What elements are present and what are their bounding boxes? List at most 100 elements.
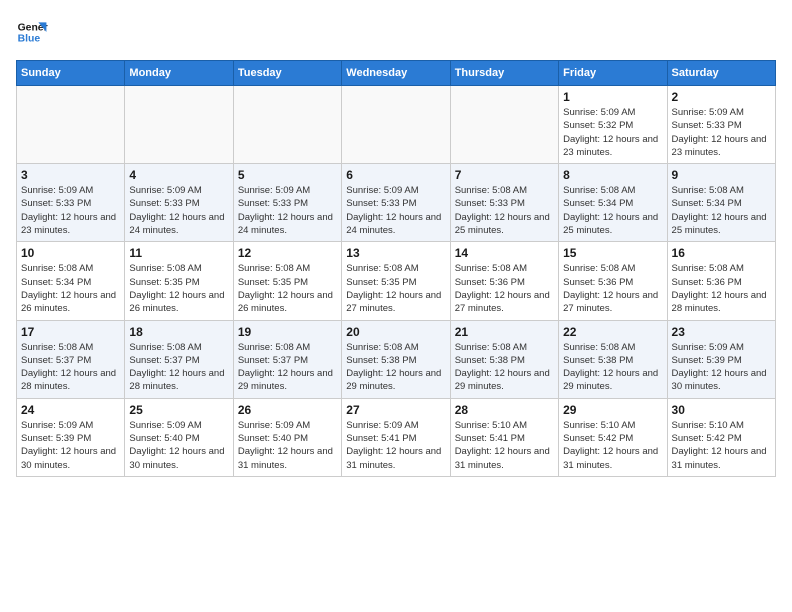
calendar-cell: 9Sunrise: 5:08 AM Sunset: 5:34 PM Daylig… [667, 164, 775, 242]
day-number: 20 [346, 325, 445, 339]
weekday-header: Monday [125, 61, 233, 86]
calendar-cell: 14 Sunrise: 5:08 AM Sunset: 5:36 PM Dayli… [450, 242, 558, 320]
calendar-cell: 1Sunrise: 5:09 AM Sunset: 5:32 PM Daylig… [559, 86, 667, 164]
day-number: 14 [455, 246, 554, 260]
calendar-cell: 25 Sunrise: 5:09 AM Sunset: 5:40 PM Dayli… [125, 398, 233, 476]
day-info: Sunrise: 5:08 AM Sunset: 5:36 PM Dayligh… [455, 262, 554, 315]
calendar-cell: 4 Sunrise: 5:09 AM Sunset: 5:33 PM Daylig… [125, 164, 233, 242]
day-number: 4 [129, 168, 228, 182]
day-info: Sunrise: 5:08 AM Sunset: 5:34 PM Dayligh… [21, 262, 120, 315]
calendar-cell: 5 Sunrise: 5:09 AM Sunset: 5:33 PM Daylig… [233, 164, 341, 242]
day-number: 25 [129, 403, 228, 417]
day-number: 9 [672, 168, 771, 182]
calendar-cell [17, 86, 125, 164]
calendar-cell: 2Sunrise: 5:09 AM Sunset: 5:33 PM Daylig… [667, 86, 775, 164]
day-info: Sunrise: 5:08 AM Sunset: 5:38 PM Dayligh… [563, 341, 662, 394]
day-number: 27 [346, 403, 445, 417]
weekday-header: Wednesday [342, 61, 450, 86]
day-info: Sunrise: 5:09 AM Sunset: 5:41 PM Dayligh… [346, 419, 445, 472]
day-info: Sunrise: 5:09 AM Sunset: 5:33 PM Dayligh… [346, 184, 445, 237]
weekday-header: Tuesday [233, 61, 341, 86]
calendar-cell [233, 86, 341, 164]
day-number: 28 [455, 403, 554, 417]
calendar-cell [342, 86, 450, 164]
day-number: 6 [346, 168, 445, 182]
day-number: 29 [563, 403, 662, 417]
calendar-header-row: SundayMondayTuesdayWednesdayThursdayFrid… [17, 61, 776, 86]
day-number: 17 [21, 325, 120, 339]
calendar-cell: 12 Sunrise: 5:08 AM Sunset: 5:35 PM Dayli… [233, 242, 341, 320]
day-info: Sunrise: 5:08 AM Sunset: 5:37 PM Dayligh… [129, 341, 228, 394]
day-info: Sunrise: 5:08 AM Sunset: 5:36 PM Dayligh… [563, 262, 662, 315]
weekday-header: Thursday [450, 61, 558, 86]
day-info: Sunrise: 5:10 AM Sunset: 5:41 PM Dayligh… [455, 419, 554, 472]
day-info: Sunrise: 5:09 AM Sunset: 5:40 PM Dayligh… [129, 419, 228, 472]
day-number: 30 [672, 403, 771, 417]
calendar-cell: 24 Sunrise: 5:09 AM Sunset: 5:39 PM Dayli… [17, 398, 125, 476]
day-number: 7 [455, 168, 554, 182]
day-info: Sunrise: 5:08 AM Sunset: 5:34 PM Dayligh… [563, 184, 662, 237]
day-info: Sunrise: 5:10 AM Sunset: 5:42 PM Dayligh… [672, 419, 771, 472]
day-number: 21 [455, 325, 554, 339]
calendar-cell [125, 86, 233, 164]
day-info: Sunrise: 5:08 AM Sunset: 5:35 PM Dayligh… [238, 262, 337, 315]
calendar-week-row: 3 Sunrise: 5:09 AM Sunset: 5:33 PM Daylig… [17, 164, 776, 242]
day-info: Sunrise: 5:09 AM Sunset: 5:33 PM Dayligh… [238, 184, 337, 237]
day-number: 3 [21, 168, 120, 182]
day-info: Sunrise: 5:09 AM Sunset: 5:33 PM Dayligh… [129, 184, 228, 237]
calendar-cell: 30 Sunrise: 5:10 AM Sunset: 5:42 PM Dayli… [667, 398, 775, 476]
day-info: Sunrise: 5:08 AM Sunset: 5:38 PM Dayligh… [455, 341, 554, 394]
calendar-table: SundayMondayTuesdayWednesdayThursdayFrid… [16, 60, 776, 477]
day-info: Sunrise: 5:08 AM Sunset: 5:37 PM Dayligh… [238, 341, 337, 394]
day-number: 26 [238, 403, 337, 417]
day-info: Sunrise: 5:09 AM Sunset: 5:33 PM Dayligh… [21, 184, 120, 237]
calendar-week-row: 24 Sunrise: 5:09 AM Sunset: 5:39 PM Dayli… [17, 398, 776, 476]
day-info: Sunrise: 5:09 AM Sunset: 5:39 PM Dayligh… [21, 419, 120, 472]
calendar-cell: 29Sunrise: 5:10 AM Sunset: 5:42 PM Dayli… [559, 398, 667, 476]
day-info: Sunrise: 5:09 AM Sunset: 5:33 PM Dayligh… [672, 106, 771, 159]
calendar-cell: 6 Sunrise: 5:09 AM Sunset: 5:33 PM Daylig… [342, 164, 450, 242]
calendar-cell: 15Sunrise: 5:08 AM Sunset: 5:36 PM Dayli… [559, 242, 667, 320]
day-number: 23 [672, 325, 771, 339]
day-info: Sunrise: 5:08 AM Sunset: 5:38 PM Dayligh… [346, 341, 445, 394]
day-number: 5 [238, 168, 337, 182]
calendar-cell: 21 Sunrise: 5:08 AM Sunset: 5:38 PM Dayli… [450, 320, 558, 398]
weekday-header: Sunday [17, 61, 125, 86]
day-info: Sunrise: 5:09 AM Sunset: 5:32 PM Dayligh… [563, 106, 662, 159]
day-info: Sunrise: 5:08 AM Sunset: 5:35 PM Dayligh… [346, 262, 445, 315]
day-number: 16 [672, 246, 771, 260]
day-number: 24 [21, 403, 120, 417]
calendar-cell: 19 Sunrise: 5:08 AM Sunset: 5:37 PM Dayli… [233, 320, 341, 398]
page-header: General Blue [16, 16, 776, 48]
calendar-cell: 20 Sunrise: 5:08 AM Sunset: 5:38 PM Dayli… [342, 320, 450, 398]
calendar-cell: 26Sunrise: 5:09 AM Sunset: 5:40 PM Dayli… [233, 398, 341, 476]
day-info: Sunrise: 5:08 AM Sunset: 5:33 PM Dayligh… [455, 184, 554, 237]
day-number: 18 [129, 325, 228, 339]
day-info: Sunrise: 5:08 AM Sunset: 5:36 PM Dayligh… [672, 262, 771, 315]
calendar-cell: 10 Sunrise: 5:08 AM Sunset: 5:34 PM Dayli… [17, 242, 125, 320]
calendar-cell: 23Sunrise: 5:09 AM Sunset: 5:39 PM Dayli… [667, 320, 775, 398]
calendar-cell: 7 Sunrise: 5:08 AM Sunset: 5:33 PM Daylig… [450, 164, 558, 242]
calendar-cell: 27 Sunrise: 5:09 AM Sunset: 5:41 PM Dayli… [342, 398, 450, 476]
day-info: Sunrise: 5:08 AM Sunset: 5:35 PM Dayligh… [129, 262, 228, 315]
calendar-week-row: 1Sunrise: 5:09 AM Sunset: 5:32 PM Daylig… [17, 86, 776, 164]
weekday-header: Friday [559, 61, 667, 86]
calendar-cell [450, 86, 558, 164]
logo-icon: General Blue [16, 16, 48, 48]
calendar-cell: 18 Sunrise: 5:08 AM Sunset: 5:37 PM Dayli… [125, 320, 233, 398]
calendar-week-row: 10 Sunrise: 5:08 AM Sunset: 5:34 PM Dayli… [17, 242, 776, 320]
calendar-cell: 22Sunrise: 5:08 AM Sunset: 5:38 PM Dayli… [559, 320, 667, 398]
weekday-header: Saturday [667, 61, 775, 86]
calendar-cell: 11 Sunrise: 5:08 AM Sunset: 5:35 PM Dayli… [125, 242, 233, 320]
day-info: Sunrise: 5:08 AM Sunset: 5:37 PM Dayligh… [21, 341, 120, 394]
day-number: 13 [346, 246, 445, 260]
calendar-cell: 8Sunrise: 5:08 AM Sunset: 5:34 PM Daylig… [559, 164, 667, 242]
day-number: 12 [238, 246, 337, 260]
calendar-cell: 28 Sunrise: 5:10 AM Sunset: 5:41 PM Dayli… [450, 398, 558, 476]
day-number: 19 [238, 325, 337, 339]
day-number: 11 [129, 246, 228, 260]
calendar-week-row: 17 Sunrise: 5:08 AM Sunset: 5:37 PM Dayli… [17, 320, 776, 398]
calendar-cell: 3 Sunrise: 5:09 AM Sunset: 5:33 PM Daylig… [17, 164, 125, 242]
day-number: 10 [21, 246, 120, 260]
calendar-cell: 13 Sunrise: 5:08 AM Sunset: 5:35 PM Dayli… [342, 242, 450, 320]
